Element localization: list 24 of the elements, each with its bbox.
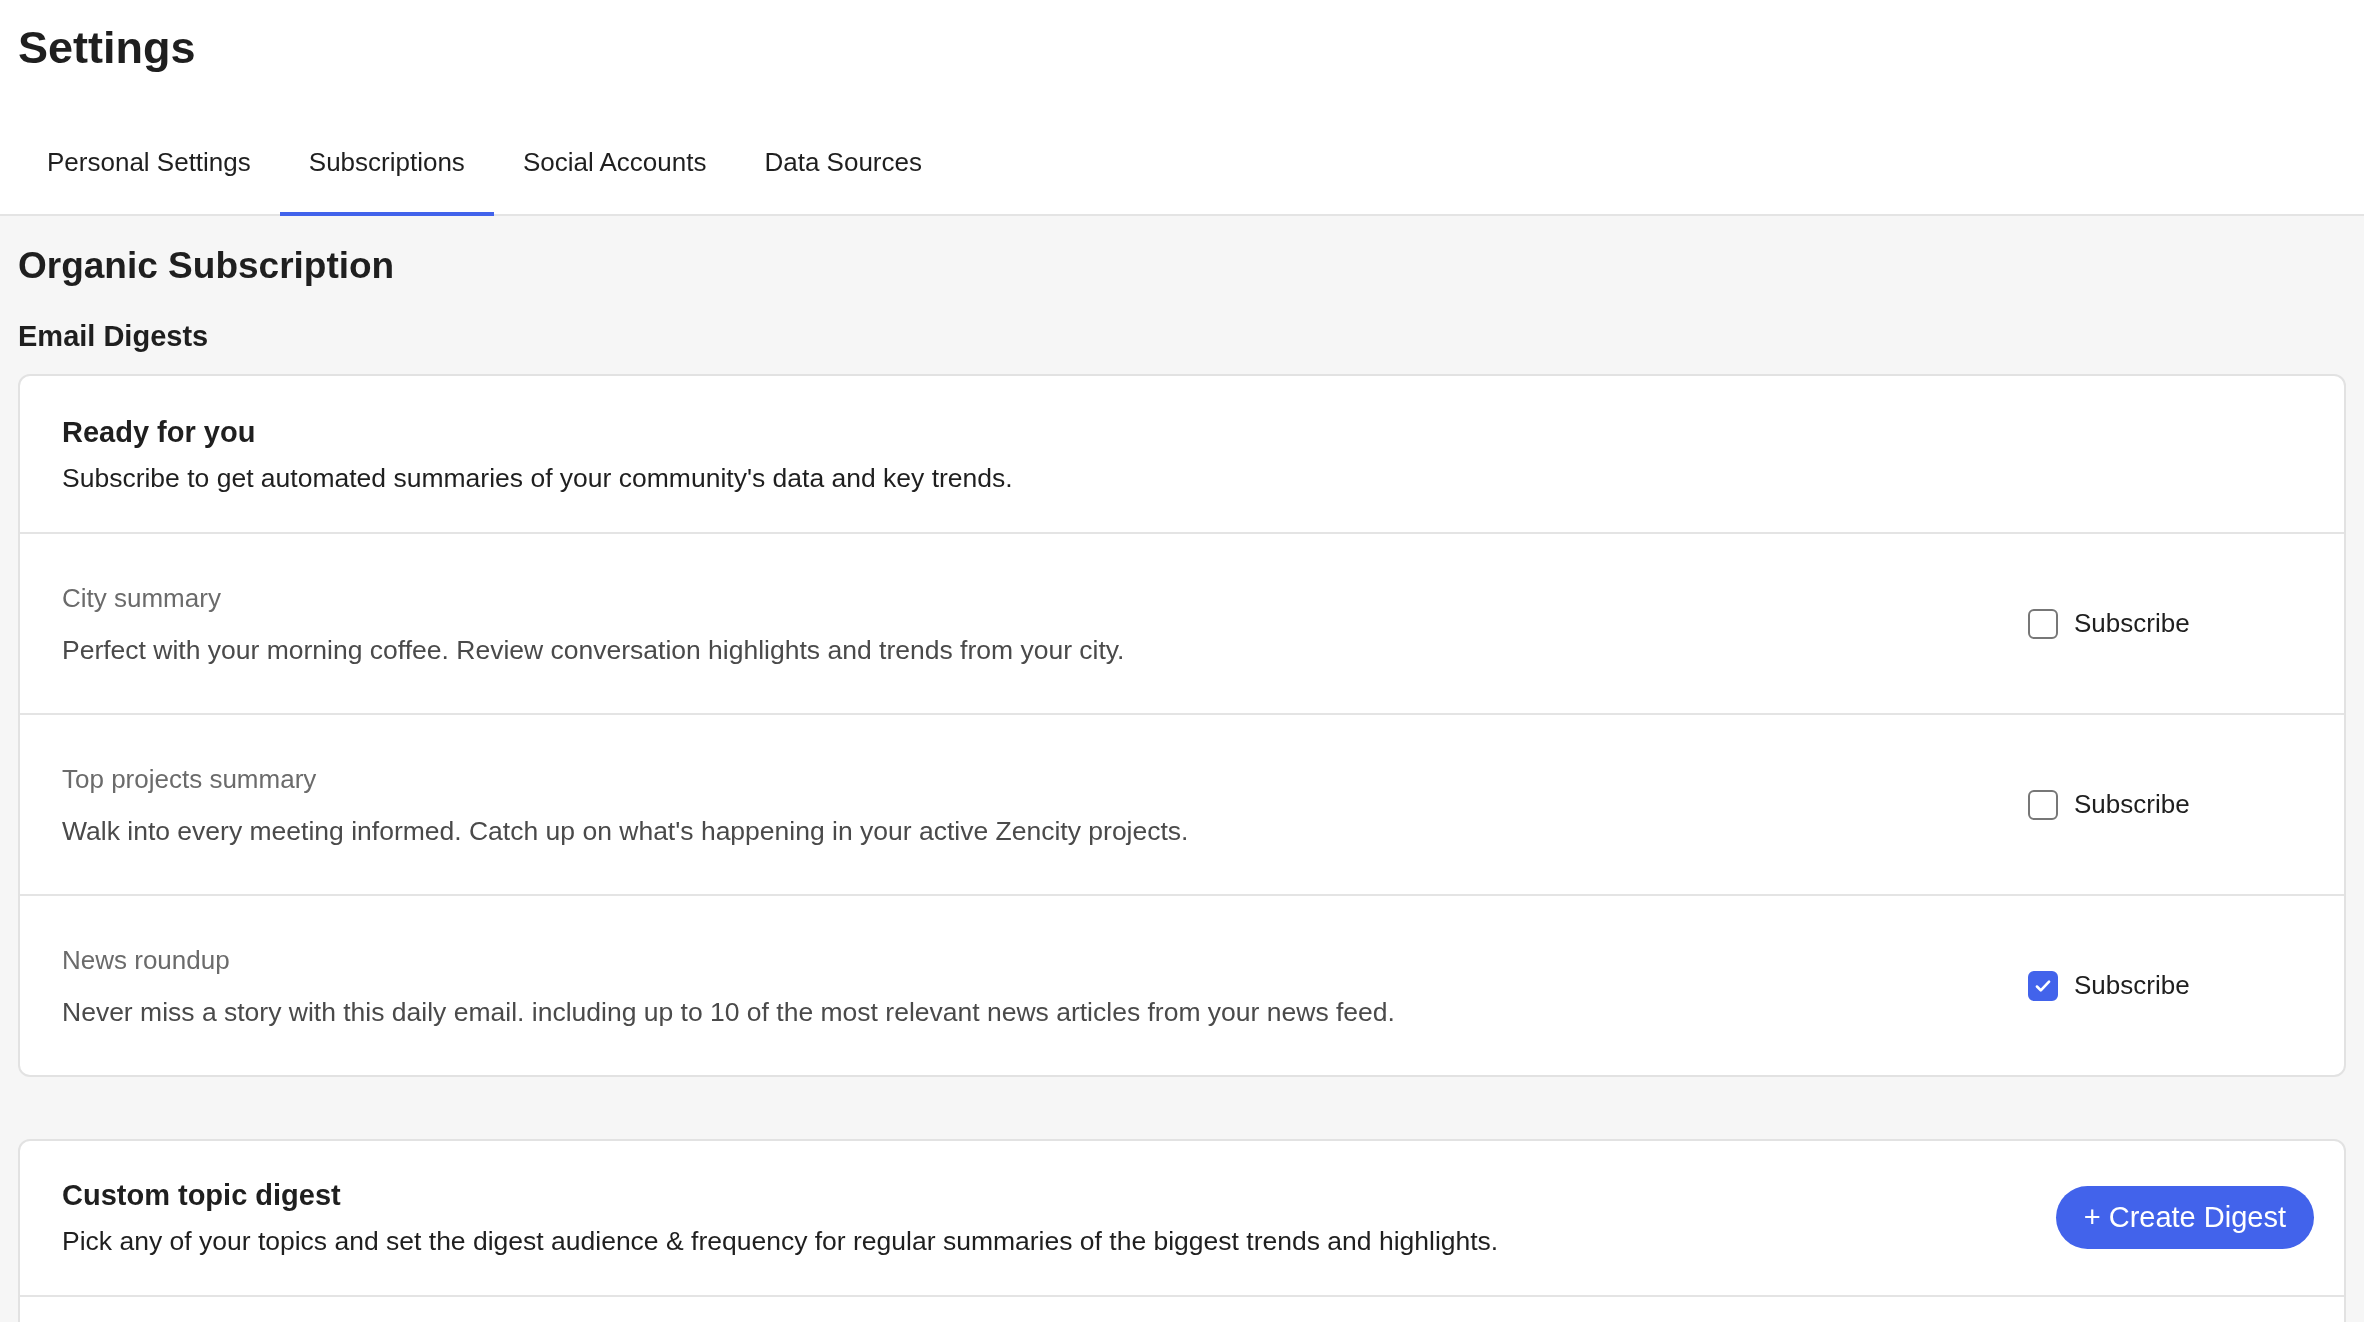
- digest-name: News roundup: [62, 943, 231, 976]
- card-description: Pick any of your topics and set the digest audience & frequency for regular summaries of the biggest trends and highlights.: [62, 1225, 1499, 1257]
- digest-description: Never miss a story with this daily email. including up to 10 of the most relevant news articles from your news feed.: [62, 995, 1396, 1028]
- card-title: Custom topic digest: [62, 1178, 342, 1213]
- tab[interactable]: Data Sources: [735, 126, 951, 216]
- tab[interactable]: Subscriptions: [279, 126, 494, 216]
- subscribe-label: Subscribe: [2074, 970, 2190, 1001]
- card-title: Ready for you: [62, 415, 257, 450]
- section-title: Organic Subscription: [18, 244, 396, 288]
- subscribe-label: Subscribe: [2074, 789, 2190, 820]
- digest-description: Perfect with your morning coffee. Review conversation highlights and trends from your city.: [62, 633, 1126, 666]
- page-title: Settings: [18, 21, 197, 75]
- digest-name: City summary: [62, 581, 222, 614]
- subscribe-checkbox[interactable]: [2028, 789, 2058, 820]
- digest-description: Walk into every meeting informed. Catch up on what's happening in your active Zencity projects.: [62, 814, 1190, 847]
- section-subtitle: Email Digests: [18, 319, 210, 354]
- digest-name: Top projects summary: [62, 762, 318, 795]
- subscribe-checkbox[interactable]: [2028, 970, 2058, 1001]
- subscribe-checkbox[interactable]: [2028, 608, 2058, 639]
- tab[interactable]: Social Accounts: [493, 126, 736, 216]
- subscribe-label: Subscribe: [2074, 608, 2190, 639]
- tab[interactable]: Personal Settings: [18, 126, 280, 216]
- card-description: Subscribe to get automated summaries of your community's data and key trends.: [62, 462, 1014, 494]
- create-digest-button[interactable]: + Create Digest: [2055, 1185, 2314, 1249]
